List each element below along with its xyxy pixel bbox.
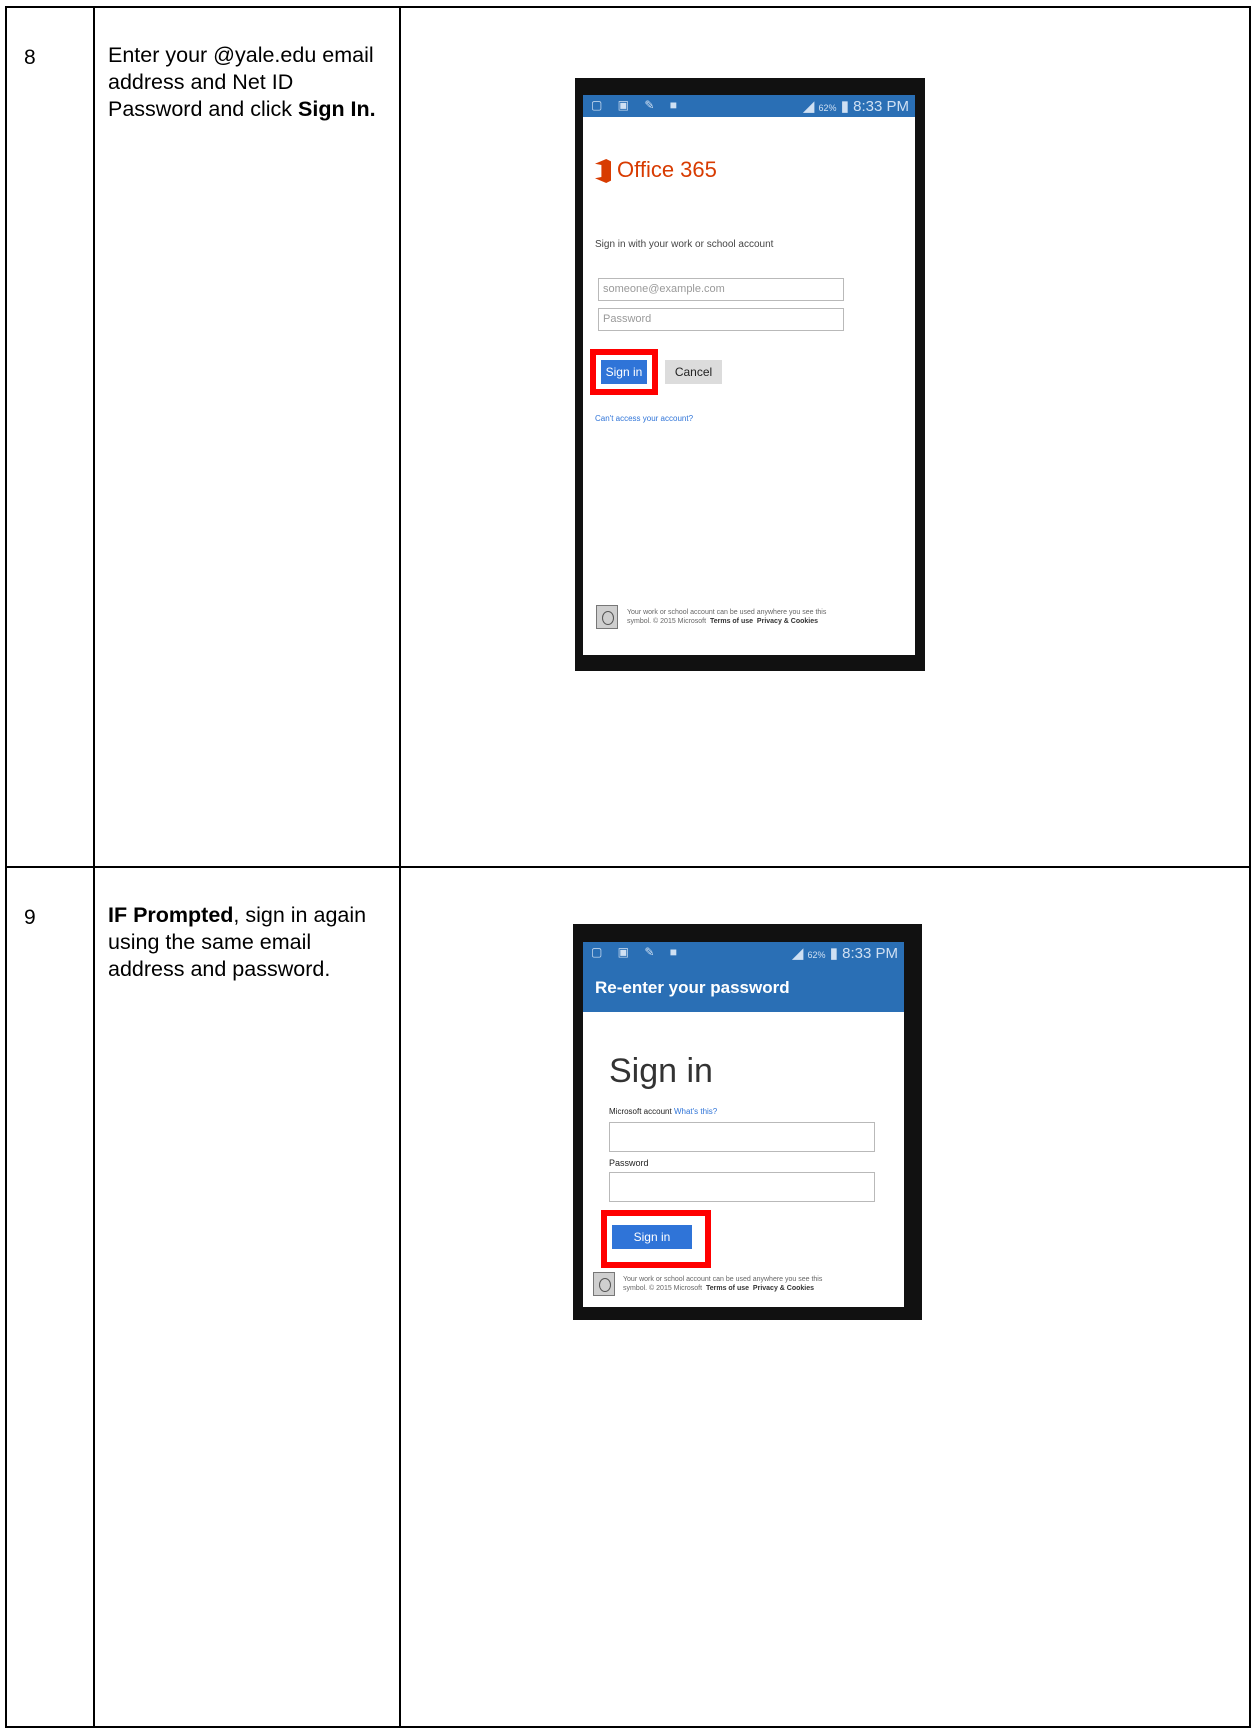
cant-access-link[interactable]: Can't access your account?	[595, 414, 693, 423]
instructions-table: 8 Enter your @yale.edu email address and…	[5, 6, 1251, 1728]
notification-icons: ▢ ▣ ✎ ■	[591, 98, 683, 112]
header-title: Re-enter your password	[595, 978, 790, 997]
battery-level: 62%	[807, 950, 826, 960]
step-row-8: 8 Enter your @yale.edu email address and…	[5, 6, 1251, 868]
step-row-9: 9 IF Prompted, sign in again using the s…	[5, 866, 1251, 1728]
phone-screenshot: ▢ ▣ ✎ ■ ◢ 62% ▮ 8:33 PM Re-enter your pa…	[573, 924, 922, 1320]
step-instruction-cell: Enter your @yale.edu email address and N…	[93, 6, 401, 868]
sign-in-button[interactable]: Sign in	[601, 360, 647, 384]
step-screenshot-cell: ▢ ▣ ✎ ■ ◢ 62% ▮ 8:33 PM Office 365 Sign …	[399, 6, 1251, 868]
cancel-button[interactable]: Cancel	[665, 360, 722, 384]
account-label-text: Microsoft account	[609, 1107, 672, 1116]
password-field[interactable]: Password	[598, 308, 844, 331]
step-number: 8	[24, 46, 36, 69]
account-symbol-icon	[593, 1272, 615, 1296]
phone-screen: ▢ ▣ ✎ ■ ◢ 62% ▮ 8:33 PM Re-enter your pa…	[583, 942, 904, 1307]
status-time: 8:33 PM	[853, 98, 909, 115]
office-logo-icon	[595, 159, 611, 183]
battery-level: 62%	[818, 103, 837, 113]
step-number: 9	[24, 906, 36, 929]
footer-text: Your work or school account can be used …	[623, 1275, 901, 1293]
phone-screenshot: ▢ ▣ ✎ ■ ◢ 62% ▮ 8:33 PM Office 365 Sign …	[575, 78, 925, 671]
instruction-bold-text: IF Prompted	[108, 903, 234, 927]
footer-line-1: Your work or school account can be used …	[623, 1276, 823, 1283]
footer-line-2: symbol. © 2015 Microsoft Terms of use Pr…	[627, 617, 915, 626]
whats-this-link[interactable]: What's this?	[674, 1107, 717, 1116]
sign-in-button[interactable]: Sign in	[612, 1225, 692, 1249]
status-right: ◢ 62% ▮ 8:33 PM	[791, 945, 898, 962]
step-screenshot-cell: ▢ ▣ ✎ ■ ◢ 62% ▮ 8:33 PM Re-enter your pa…	[399, 866, 1251, 1728]
instruction-bold-text: Sign In.	[298, 97, 376, 121]
status-right: ◢ 62% ▮ 8:33 PM	[802, 98, 909, 115]
email-field[interactable]: someone@example.com	[598, 278, 844, 301]
step-instruction: Enter your @yale.edu email address and N…	[95, 8, 399, 123]
status-bar: ▢ ▣ ✎ ■ ◢ 62% ▮ 8:33 PM	[583, 95, 915, 117]
terms-link[interactable]: Terms of use	[710, 618, 753, 625]
status-time: 8:33 PM	[842, 945, 898, 962]
notification-icons: ▢ ▣ ✎ ■	[591, 945, 683, 959]
privacy-link[interactable]: Privacy & Cookies	[757, 618, 818, 625]
footer-line-2: symbol. © 2015 Microsoft Terms of use Pr…	[623, 1284, 901, 1293]
account-label: Microsoft account What's this?	[609, 1107, 717, 1116]
password-field[interactable]	[609, 1172, 875, 1202]
step-number-cell: 8	[5, 6, 95, 868]
app-header: Re-enter your password	[583, 964, 904, 1012]
step-instruction-cell: IF Prompted, sign in again using the sam…	[93, 866, 401, 1728]
step-instruction: IF Prompted, sign in again using the sam…	[95, 868, 399, 983]
phone-screen: ▢ ▣ ✎ ■ ◢ 62% ▮ 8:33 PM Office 365 Sign …	[583, 95, 915, 655]
footer-copyright: symbol. © 2015 Microsoft	[627, 618, 707, 625]
password-label: Password	[609, 1158, 649, 1168]
privacy-link[interactable]: Privacy & Cookies	[753, 1285, 814, 1292]
signin-heading: Sign in	[609, 1052, 713, 1090]
account-field[interactable]	[609, 1122, 875, 1152]
footer-text: Your work or school account can be used …	[627, 608, 915, 626]
signin-prompt: Sign in with your work or school account	[595, 239, 774, 250]
status-bar: ▢ ▣ ✎ ■ ◢ 62% ▮ 8:33 PM	[583, 942, 904, 964]
footer-copyright: symbol. © 2015 Microsoft	[623, 1285, 703, 1292]
footer-line-1: Your work or school account can be used …	[627, 609, 827, 616]
step-number-cell: 9	[5, 866, 95, 1728]
office-logo-text: Office 365	[617, 157, 717, 182]
account-symbol-icon	[596, 605, 618, 629]
terms-link[interactable]: Terms of use	[706, 1285, 749, 1292]
